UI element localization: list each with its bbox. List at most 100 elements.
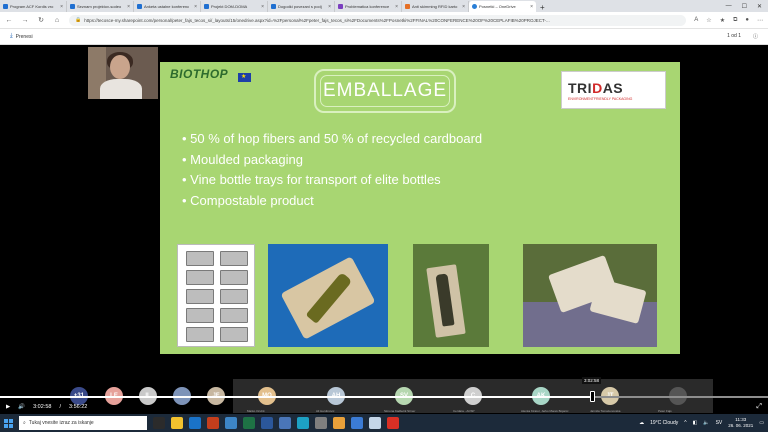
search-icon: ⌕: [23, 420, 26, 426]
close-tab-icon[interactable]: ×: [530, 4, 533, 10]
teams-icon[interactable]: [225, 417, 237, 429]
tab-label: Posnetki – OneDrive: [479, 4, 516, 9]
presenter-head: [110, 55, 130, 79]
bullet-item: 50 % of hop fibers and 50 % of recycled …: [182, 129, 482, 150]
browser-tab[interactable]: Seznam projektov-sodeo ×: [67, 1, 134, 12]
tray-cell: [186, 270, 214, 285]
browser-tab[interactable]: Problematica konference ×: [335, 1, 402, 12]
bottle-tray-image: [268, 244, 388, 347]
tray-cell: [186, 308, 214, 323]
time-separator: /: [59, 404, 61, 410]
tab-label: Problematica konference: [345, 4, 390, 9]
browser-tab[interactable]: Anketa ustalne konferenc ×: [134, 1, 201, 12]
favorite-icon[interactable]: ☆: [706, 17, 711, 24]
close-tab-icon[interactable]: ×: [395, 4, 398, 10]
task-view-icon[interactable]: [153, 417, 165, 429]
word-icon[interactable]: [261, 417, 273, 429]
document-toolbar: ⤓ Prenesi 1 od 1 ⓘ: [0, 29, 768, 45]
packaging-lavender-image: [523, 244, 657, 347]
hover-time-tooltip: 3:02:58: [582, 377, 602, 384]
tab-favicon-icon: [70, 4, 75, 9]
browser-tab[interactable]: Posnetki – OneDrive ×: [469, 1, 536, 12]
tab-favicon-icon: [472, 4, 477, 9]
app-icon[interactable]: [351, 417, 363, 429]
tab-favicon-icon: [204, 4, 209, 9]
collections-icon[interactable]: ⧉: [733, 17, 737, 24]
network-icon[interactable]: ◧: [693, 420, 698, 426]
close-tab-icon[interactable]: ×: [462, 4, 465, 10]
fullscreen-icon[interactable]: ⤢: [756, 403, 762, 411]
window-controls: — ☐ ✕: [726, 3, 768, 10]
app-icon[interactable]: [315, 417, 327, 429]
close-tab-icon[interactable]: ×: [60, 4, 63, 10]
outlook-icon[interactable]: [189, 417, 201, 429]
close-tab-icon[interactable]: ×: [127, 4, 130, 10]
browser-tab[interactable]: Program ACF Kordis vro ×: [0, 1, 67, 12]
clock[interactable]: 11:33 26. 06. 2021: [728, 417, 753, 429]
cloud-icon: ☁: [639, 420, 645, 426]
bullet-item: Compostable product: [182, 191, 482, 212]
download-icon[interactable]: ⤓: [10, 33, 13, 40]
play-icon[interactable]: ▶: [6, 404, 10, 410]
tridas-logo: TRIDAS ENVIRONMENTFRIENDLY PACKAGING: [561, 71, 666, 109]
tray-chevron-icon[interactable]: ^: [684, 420, 686, 426]
presentation-slide: BIOTHOP EMBALLAGE TRIDAS ENVIRONMENTFRIE…: [160, 62, 680, 354]
app-icon[interactable]: [333, 417, 345, 429]
language-indicator[interactable]: SV: [716, 420, 723, 426]
volume-icon[interactable]: 🔊: [18, 404, 25, 410]
address-bar: ← → ↻ ⌂ 🔒 https://tecosce-my.sharepoint.…: [0, 12, 768, 29]
tridas-name-pre: TRI: [568, 79, 593, 96]
url-field[interactable]: 🔒 https://tecosce-my.sharepoint.com/pers…: [69, 14, 687, 26]
forward-icon[interactable]: →: [21, 17, 29, 24]
acrobat-icon[interactable]: [387, 417, 399, 429]
video-player[interactable]: BIOTHOP EMBALLAGE TRIDAS ENVIRONMENTFRIE…: [0, 45, 768, 415]
search-placeholder: Tukaj vnesite izraz za iskanje: [28, 420, 94, 426]
download-button[interactable]: Prenesi: [16, 34, 33, 40]
close-tab-icon[interactable]: ×: [328, 4, 331, 10]
close-tab-icon[interactable]: ×: [194, 4, 197, 10]
close-window-icon[interactable]: ✕: [757, 3, 762, 10]
browser-tab[interactable]: Anti skimming RFID karto ×: [402, 1, 469, 12]
tab-favicon-icon: [137, 4, 142, 9]
minimize-icon[interactable]: —: [726, 3, 732, 10]
current-time: 3:02:58: [33, 404, 52, 410]
info-icon[interactable]: ⓘ: [753, 33, 758, 40]
presenter-body: [100, 79, 142, 99]
weather-text: 19°C Cloudy: [650, 420, 679, 426]
profile-icon[interactable]: ●: [745, 17, 749, 24]
system-tray: ☁ 19°C Cloudy ^ ◧ 🔈 SV 11:33 26. 06. 202…: [639, 417, 764, 429]
page-indicator: 1 od 1: [727, 33, 741, 39]
app-icon[interactable]: [279, 417, 291, 429]
excel-icon[interactable]: [243, 417, 255, 429]
reload-icon[interactable]: ↻: [37, 16, 45, 24]
read-aloud-icon[interactable]: A: [694, 17, 698, 24]
browser-tab[interactable]: Projekt DOM-DOMA ×: [201, 1, 268, 12]
notifications-icon[interactable]: ▭: [759, 420, 764, 426]
seek-bar[interactable]: [0, 396, 768, 398]
maximize-icon[interactable]: ☐: [742, 3, 747, 10]
browser-tab[interactable]: Dogodki povezani s podj ×: [268, 1, 335, 12]
home-icon[interactable]: ⌂: [53, 17, 61, 24]
close-tab-icon[interactable]: ×: [261, 4, 264, 10]
file-explorer-icon[interactable]: [171, 417, 183, 429]
app-icon[interactable]: [369, 417, 381, 429]
tab-favicon-icon: [405, 4, 410, 9]
taskbar-search[interactable]: ⌕ Tukaj vnesite izraz za iskanje: [19, 416, 147, 430]
more-icon[interactable]: ⋯: [757, 17, 763, 24]
favorites-bar-icon[interactable]: ★: [720, 17, 725, 24]
tab-label: Anketa ustalne konferenc: [144, 4, 190, 9]
volume-tray-icon[interactable]: 🔈: [703, 420, 709, 426]
tray-cell: [186, 289, 214, 304]
back-icon[interactable]: ←: [5, 17, 13, 24]
tab-favicon-icon: [3, 4, 8, 9]
clock-date: 26. 06. 2021: [728, 423, 754, 428]
tab-strip: Program ACF Kordis vro × Seznam projektov-…: [0, 0, 768, 12]
tab-favicon-icon: [271, 4, 276, 9]
tray-cell: [220, 270, 248, 285]
windows-start-icon[interactable]: [4, 418, 13, 428]
tray-cell: [220, 308, 248, 323]
doc-toolbar-right: 1 od 1 ⓘ: [727, 33, 758, 40]
new-tab-button[interactable]: +: [536, 3, 549, 12]
powerpoint-icon[interactable]: [207, 417, 219, 429]
edge-icon[interactable]: [297, 417, 309, 429]
